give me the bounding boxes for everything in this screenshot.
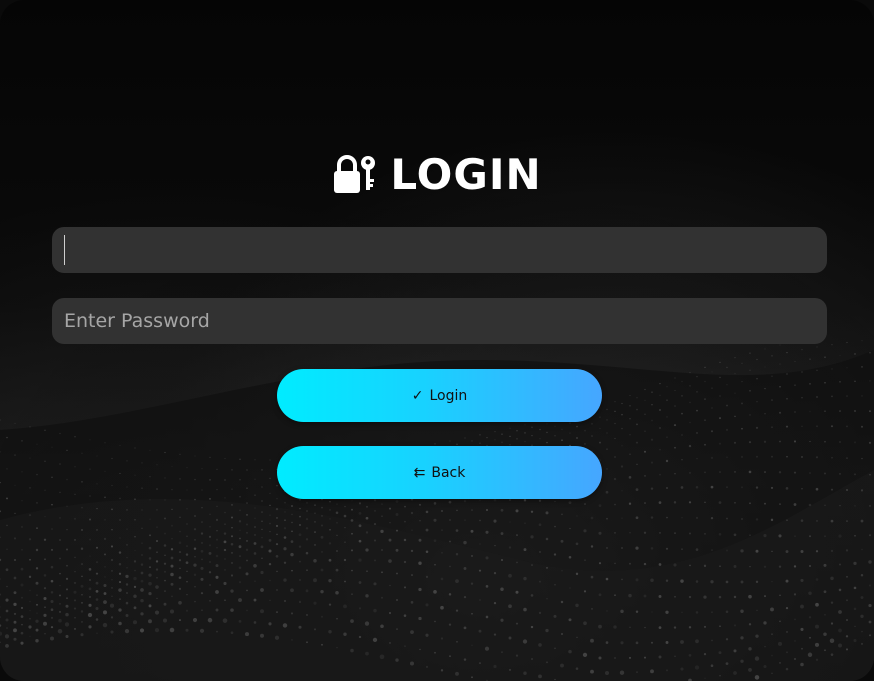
username-input[interactable] [64,227,815,273]
login-header: LOGIN [0,150,874,199]
password-field[interactable] [52,298,827,344]
text-caret [64,235,65,265]
username-field[interactable] [52,227,827,273]
login-window: LOGIN ✓ Login ⇇ Back [0,0,874,681]
login-button-label: Login [429,387,468,404]
lock-key-icon [334,154,376,193]
back-button[interactable]: ⇇ Back [277,446,602,499]
password-input[interactable] [64,298,815,344]
back-button-label: Back [431,464,466,481]
page-title: LOGIN [390,150,542,199]
check-icon: ✓ [411,387,424,404]
login-button[interactable]: ✓ Login [277,369,602,422]
back-icon: ⇇ [413,464,426,481]
